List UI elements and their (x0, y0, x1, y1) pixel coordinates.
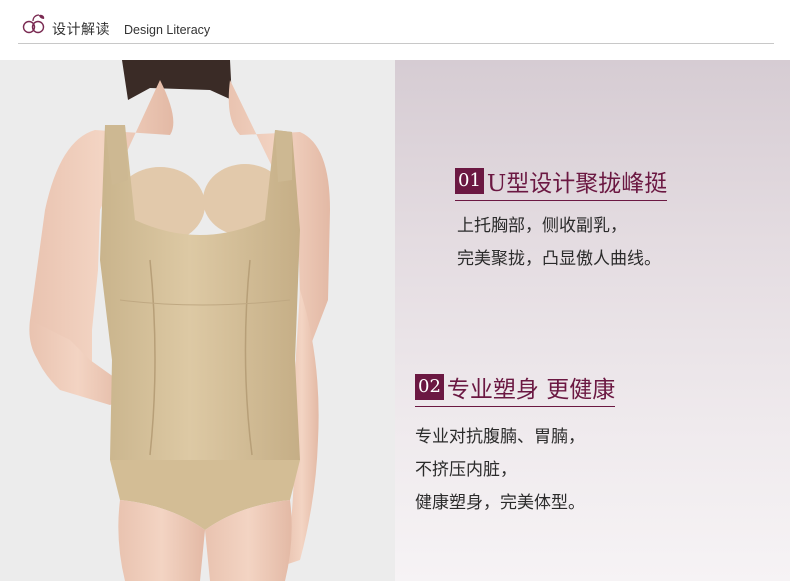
feature-2-title: 02 专业塑身 更健康 (415, 370, 616, 407)
feature-1-line-1: 上托胸部，侧收副乳， (457, 216, 627, 236)
header-divider (18, 43, 774, 44)
feature-1-title: 01 U型设计聚拢峰挺 (455, 164, 668, 201)
feature-1-line-2: 完美聚拢，凸显傲人曲线。 (457, 249, 661, 269)
feature-1-number: 01 (455, 168, 484, 194)
section-subtitle: Design Literacy (124, 23, 211, 37)
feature-panel: 01 U型设计聚拢峰挺 上托胸部，侧收副乳， 完美聚拢，凸显傲人曲线。 02 专… (395, 60, 790, 581)
feature-1-description: 上托胸部，侧收副乳， 完美聚拢，凸显傲人曲线。 (457, 210, 661, 276)
product-photo (0, 60, 395, 581)
feature-2-heading: 专业塑身 更健康 (446, 377, 616, 403)
feature-2-line-1: 专业对抗腹腩、胃腩， (415, 427, 585, 447)
model-illustration (29, 60, 330, 581)
feature-1-heading: U型设计聚拢峰挺 (486, 171, 668, 197)
page-header: 设计解读 Design Literacy (0, 0, 790, 46)
feature-2-number: 02 (415, 374, 444, 400)
feature-2-line-3: 健康塑身，完美体型。 (415, 493, 585, 513)
section-title: 设计解读 (52, 22, 110, 38)
feature-2-line-2: 不挤压内脏， (415, 460, 517, 480)
feature-2-description: 专业对抗腹腩、胃腩， 不挤压内脏， 健康塑身，完美体型。 (415, 421, 585, 520)
grape-logo-icon (22, 14, 45, 34)
